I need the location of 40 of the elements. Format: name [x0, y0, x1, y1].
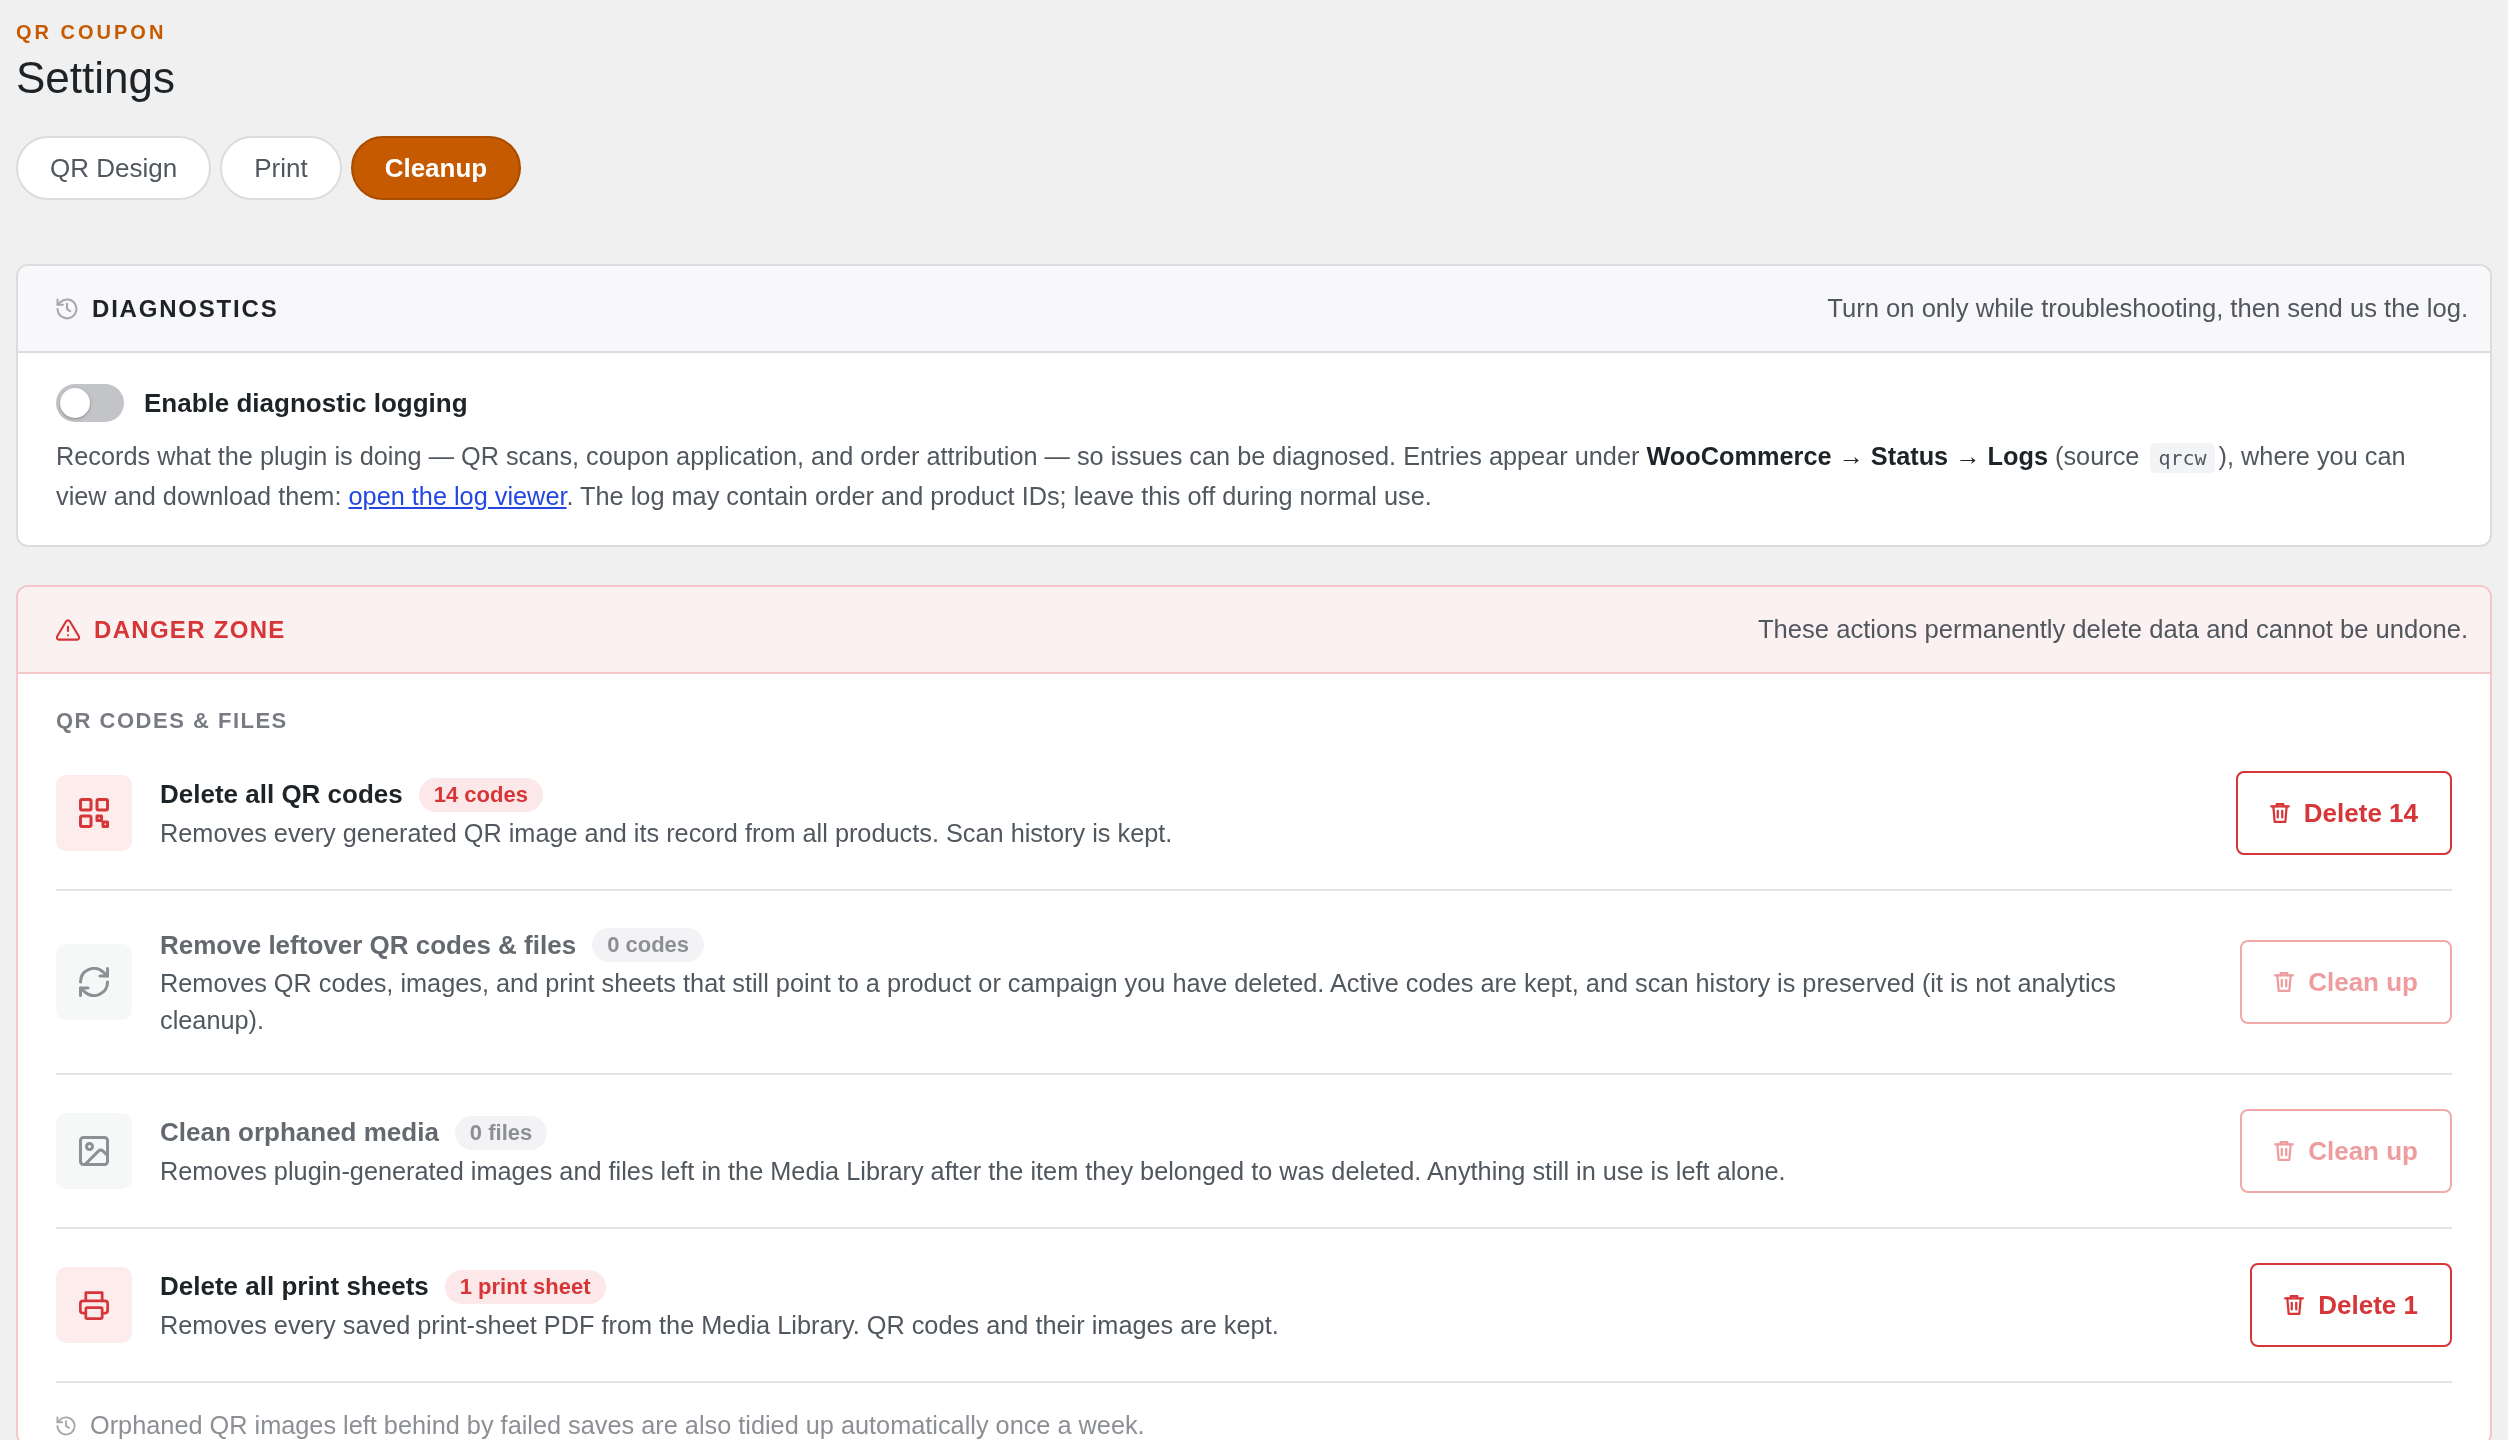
image-icon — [56, 1113, 132, 1189]
card-hint: These actions permanently delete data and cannot be undone. — [1757, 615, 2468, 644]
action-description: Removes every generated QR image and its record from all products. Scan history is kept. — [160, 817, 1174, 849]
history-icon — [56, 1415, 76, 1436]
action-title: Delete all QR codes — [160, 779, 403, 810]
section-label: QR CODES & FILES — [56, 707, 289, 735]
warning-icon — [56, 618, 80, 641]
action-title: Clean orphaned media — [160, 1117, 439, 1148]
history-icon — [56, 297, 78, 320]
card-hint: Turn on only while troubleshooting, then send us the log. — [1827, 294, 2468, 323]
toggle-label: Enable diagnostic logging — [144, 387, 468, 419]
plugin-kicker: QR COUPON — [16, 20, 167, 44]
delete-button[interactable]: Delete 1 — [2250, 1263, 2452, 1347]
printer-icon — [56, 1267, 132, 1343]
card-title: DIAGNOSTICS — [92, 294, 279, 323]
settings-tab[interactable]: Print — [220, 136, 342, 200]
trash-icon — [2269, 802, 2290, 824]
page-title: Settings — [16, 52, 175, 104]
log-viewer-link[interactable]: open the log viewer — [348, 482, 567, 510]
action-description: Removes QR codes, images, and print sheets that still point to a product or campaign you have deleted. Active codes are kept, and scan history is preserved (it is not analytics cleanup). — [160, 968, 2117, 1036]
count-badge: 1 print sheet — [444, 1269, 606, 1304]
trash-icon — [2274, 971, 2295, 993]
count-badge: 0 files — [454, 1115, 548, 1150]
action-description: Removes plugin-generated images and files left in the Media Library after the item they belonged to was deleted. Anything still in use is left alone. — [160, 1155, 1787, 1187]
settings-tab[interactable]: Cleanup — [350, 136, 522, 200]
card-title: DANGER ZONE — [94, 615, 286, 644]
count-badge: 14 codes — [418, 777, 543, 812]
count-badge: 0 codes — [592, 928, 705, 962]
delete-button[interactable]: Delete 14 — [2235, 771, 2452, 855]
trash-icon — [2284, 1294, 2305, 1316]
trash-icon — [2274, 1140, 2295, 1162]
action-description: Removes every saved print-sheet PDF from the Media Library. QR codes and their images are kept. — [160, 1309, 1280, 1341]
cleanup-note: Orphaned QR images left behind by failed saves are also tidied up automatically once a week. — [90, 1411, 1145, 1440]
action-title: Remove leftover QR codes & files — [160, 929, 577, 961]
action-title: Delete all print sheets — [160, 1271, 429, 1302]
settings-tab[interactable]: QR Design — [16, 136, 212, 200]
qr-code-icon — [56, 775, 132, 851]
logging-description: Records what the plugin is doing — QR scans, coupon application, and order attribution — so issues can be diagnosed. Entries appear under WooCommerce → Status → Logs (source qrcw ), where you can view and download them: open the log viewer. The log may contain order and product IDs; leave this off during normal use. — [56, 441, 2407, 512]
toggle-switch[interactable] — [56, 384, 124, 422]
refresh-icon — [56, 944, 132, 1020]
